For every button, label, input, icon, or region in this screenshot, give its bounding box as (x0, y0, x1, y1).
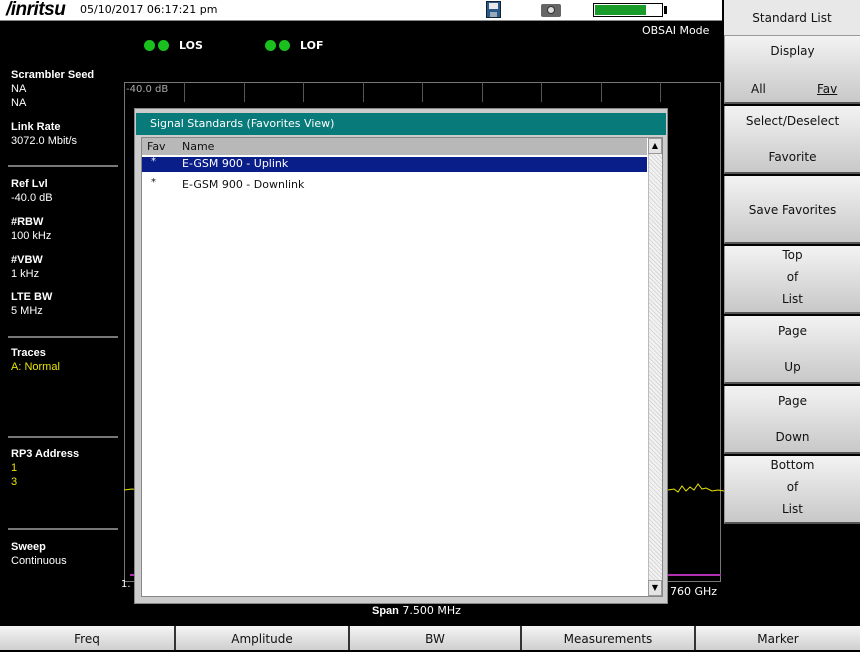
divider (8, 528, 118, 530)
marker-bar (668, 574, 721, 576)
link-rate-label: Link Rate (11, 121, 61, 133)
scrollbar[interactable] (648, 138, 662, 596)
scrambler-seed-value-2: NA (11, 97, 27, 109)
rp3-address-label: RP3 Address (11, 448, 80, 460)
link-rate-value: 3072.0 Mbit/s (11, 135, 78, 147)
softkey-line-2: of (786, 480, 799, 494)
favorite-star: * (151, 177, 156, 188)
tab-marker[interactable]: Marker (696, 626, 860, 650)
softkey-line-3: List (782, 292, 803, 306)
list-item[interactable]: * E-GSM 900 - Uplink (142, 156, 647, 172)
ref-lvl-value: -40.0 dB (11, 192, 53, 204)
softkey-line-2: Down (775, 430, 810, 444)
favorite-star: * (151, 156, 156, 167)
save-icon[interactable] (486, 1, 501, 18)
softkey-line-2: Up (784, 360, 801, 374)
rp3-address-value-2: 3 (11, 476, 18, 488)
softkey-menu-title: Standard List (724, 0, 860, 36)
tab-bw[interactable]: BW (350, 626, 522, 650)
grid-line (244, 82, 245, 102)
scroll-up-button[interactable]: ▲ (648, 138, 662, 154)
softkey-line-1: Page (777, 324, 808, 338)
tab-measurements[interactable]: Measurements (522, 626, 696, 650)
los-label: LOS (179, 39, 203, 52)
battery-icon (593, 3, 663, 17)
display-softkey[interactable]: Display All Fav (724, 36, 860, 104)
battery-tip (664, 6, 667, 14)
grid-line (660, 82, 661, 102)
scrambler-seed-value-1: NA (11, 83, 27, 95)
battery-level-fill (595, 5, 646, 15)
traces-value: A: Normal (11, 361, 60, 373)
span-value: 7.500 MHz (402, 604, 461, 617)
grid-line (482, 82, 483, 102)
softkey-line-2: of (786, 270, 799, 284)
vbw-value: 1 kHz (11, 268, 40, 280)
rbw-label: #RBW (11, 216, 44, 228)
save-favorites-softkey[interactable]: Save Favorites (724, 176, 860, 244)
trace-fragment (668, 483, 724, 493)
ref-level-label: -40.0 dB (126, 84, 169, 95)
dialog-title: Signal Standards (Favorites View) (136, 113, 666, 135)
grid-line (422, 82, 423, 102)
column-header-name[interactable]: Name (182, 140, 214, 153)
mode-label: OBSAI Mode (642, 24, 710, 37)
start-frequency-fragment: 1. (121, 579, 131, 590)
date-time: 05/10/2017 06:17:21 pm (80, 3, 218, 16)
brand-logo: /inritsu (6, 0, 66, 20)
grid-line (363, 82, 364, 102)
divider (8, 336, 118, 338)
softkey-label: Save Favorites (748, 203, 837, 217)
sweep-label: Sweep (11, 541, 46, 553)
traces-label: Traces (11, 347, 46, 359)
tab-amplitude[interactable]: Amplitude (176, 626, 350, 650)
softkey-line-1: Select/Deselect (745, 114, 840, 128)
sweep-value: Continuous (11, 555, 67, 567)
los-indicator-led-2 (158, 40, 169, 51)
span-readout: Span 7.500 MHz (372, 604, 461, 617)
standard-name: E-GSM 900 - Uplink (182, 157, 289, 170)
bottom-of-list-softkey[interactable]: Bottom of List (724, 456, 860, 524)
lof-label: LOF (300, 39, 324, 52)
divider (8, 165, 118, 167)
scrambler-seed-label: Scrambler Seed (11, 69, 95, 81)
lof-indicator-led-1 (265, 40, 276, 51)
softkey-line-1: Top (782, 248, 803, 262)
vbw-label: #VBW (11, 254, 43, 266)
divider (8, 436, 118, 438)
lte-bw-value: 5 MHz (11, 305, 43, 317)
top-of-list-softkey[interactable]: Top of List (724, 246, 860, 314)
span-label: Span (372, 605, 399, 617)
grid-line (541, 82, 542, 102)
grid-line (601, 82, 602, 102)
page-up-softkey[interactable]: Page Up (724, 316, 860, 384)
ref-lvl-label: Ref Lvl (11, 178, 48, 190)
scroll-down-button[interactable]: ▼ (648, 580, 662, 596)
rbw-value: 100 kHz (11, 230, 52, 242)
column-header-fav[interactable]: Fav (147, 140, 166, 153)
softkey-line-1: Bottom (770, 458, 815, 472)
rp3-address-value-1: 1 (11, 462, 18, 474)
tab-freq[interactable]: Freq (0, 626, 176, 650)
softkey-line-3: List (782, 502, 803, 516)
display-all-option: All (751, 82, 766, 96)
grid-line (184, 82, 185, 102)
softkey-line-1: Page (777, 394, 808, 408)
lof-indicator-led-2 (279, 40, 290, 51)
los-indicator-led-1 (144, 40, 155, 51)
softkey-line-2: Favorite (768, 150, 817, 164)
display-label: Display (770, 44, 815, 58)
stop-frequency-fragment: 760 GHz (670, 585, 718, 598)
grid-line (303, 82, 304, 102)
standard-name: E-GSM 900 - Downlink (182, 178, 305, 191)
camera-icon[interactable] (541, 4, 561, 17)
standards-list[interactable] (141, 137, 663, 597)
list-header: Fav Name (142, 138, 647, 155)
select-deselect-favorite-softkey[interactable]: Select/Deselect Favorite (724, 106, 860, 174)
display-fav-option: Fav (817, 82, 838, 96)
lte-bw-label: LTE BW (11, 291, 53, 303)
page-down-softkey[interactable]: Page Down (724, 386, 860, 454)
list-item[interactable]: * E-GSM 900 - Downlink (142, 177, 647, 193)
